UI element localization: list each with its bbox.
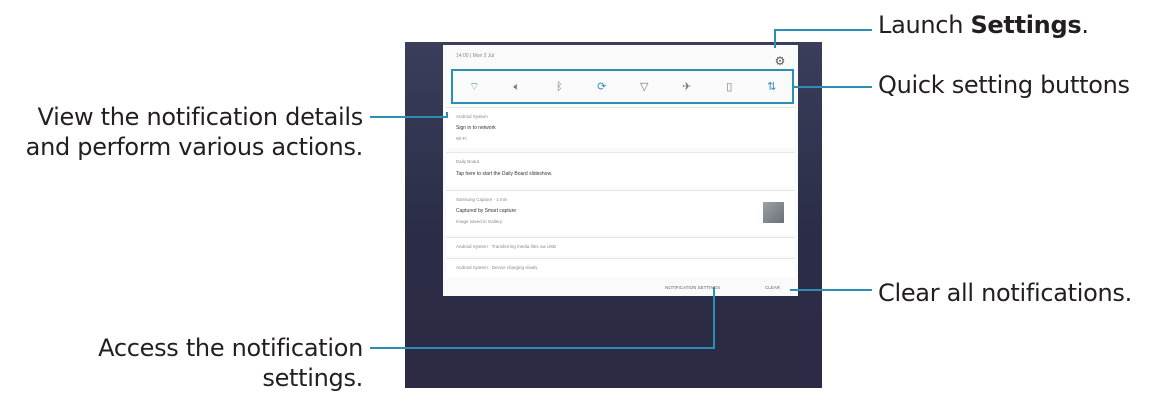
flashlight-icon[interactable]: ▽ — [636, 79, 652, 95]
notification-app-name: Samsung Capture · 1 min — [456, 197, 508, 202]
access-settings-callout: Access the notification settings. — [98, 333, 363, 393]
notification-subtitle: Wi-Fi — [456, 136, 467, 141]
status-time: 14:00 | Mon 2 Jul — [456, 53, 495, 59]
wifi-icon[interactable]: ⌔ — [466, 79, 482, 95]
launch-settings-callout: Launch Settings. — [878, 10, 1089, 40]
notification-title: Captured by Smart capture — [456, 208, 517, 214]
panel-actions: NOTIFICATION SETTINGS CLEAR — [443, 281, 798, 295]
view-line-2: and perform various actions. — [25, 133, 364, 161]
clear-all-callout: Clear all notifications. — [878, 279, 1132, 307]
notification-app-name: Daily Board — [456, 159, 480, 164]
notification-settings-button[interactable]: NOTIFICATION SETTINGS — [665, 285, 720, 290]
launch-prefix: Launch — [878, 11, 971, 39]
capture-thumbnail — [763, 202, 784, 223]
quick-settings-row: ⌔ 🔈︎ ᛒ ⟳ ▽ ✈︎ ▯ ⇅ — [453, 70, 793, 104]
notification-item[interactable]: Android System Sign in to network Wi-Fi — [446, 107, 795, 148]
view-notification-callout: View the notification details and perfor… — [25, 102, 364, 162]
sound-icon[interactable]: 🔈︎ — [509, 79, 525, 95]
quick-setting-callout: Quick setting buttons — [878, 71, 1130, 99]
notification-item[interactable]: Android System · Transferring media file… — [446, 237, 795, 256]
access-line-2: settings. — [262, 364, 363, 392]
notification-title: Tap here to start the Daily Board slides… — [456, 171, 553, 177]
status-bar: 14:00 | Mon 2 Jul — [443, 45, 798, 67]
notification-app-name: Android System · Transferring media file… — [456, 244, 557, 249]
clear-button[interactable]: CLEAR — [765, 285, 780, 290]
notification-title: Sign in to network — [456, 125, 496, 131]
notification-app-name: Android System · Device charging slowly — [456, 265, 538, 270]
gear-icon[interactable]: ⚙︎ — [774, 55, 786, 67]
view-line-1: View the notification details — [37, 103, 364, 131]
notification-panel: 14:00 | Mon 2 Jul ⚙︎ ⌔ 🔈︎ ᛒ ⟳ ▽ ✈︎ ▯ ⇅ Android … — [443, 45, 798, 296]
notification-item[interactable]: Android System · Device charging slowly — [446, 258, 795, 277]
notification-item[interactable]: Daily Board Tap here to start the Daily … — [446, 152, 795, 187]
notification-subtitle: Image saved in Gallery. — [456, 219, 503, 224]
notification-item[interactable]: Samsung Capture · 1 min Captured by Smar… — [446, 190, 795, 235]
bluetooth-icon[interactable]: ᛒ — [551, 79, 567, 95]
auto-rotate-icon[interactable]: ⟳ — [594, 79, 610, 95]
power-saving-icon[interactable]: ▯ — [721, 79, 737, 95]
settings-bold: Settings — [970, 11, 1082, 39]
launch-suffix: . — [1081, 11, 1089, 39]
notification-app-name: Android System — [456, 114, 488, 119]
access-line-1: Access the notification — [98, 334, 363, 362]
airplane-mode-icon[interactable]: ✈︎ — [679, 79, 695, 95]
mobile-data-icon[interactable]: ⇅ — [764, 79, 780, 95]
